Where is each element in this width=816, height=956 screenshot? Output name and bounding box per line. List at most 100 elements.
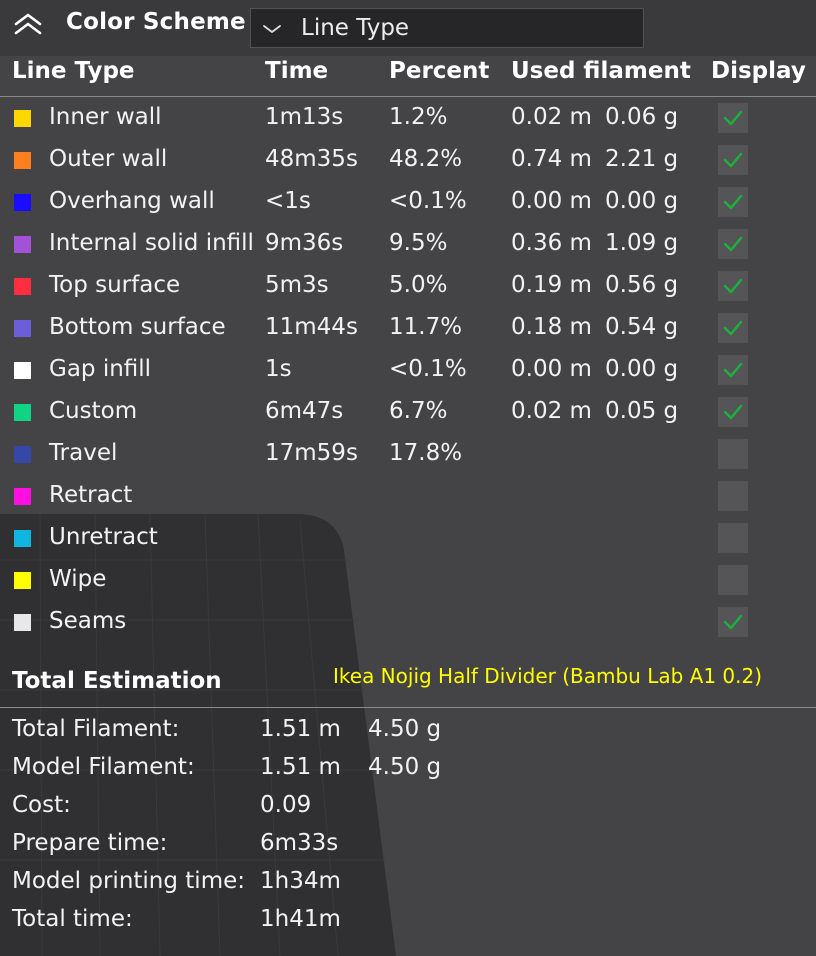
total-value: 1.51 m: [260, 716, 341, 742]
color-scheme-header: Color Scheme Line Type: [0, 0, 816, 56]
table-row: Unretract: [0, 518, 816, 560]
color-scheme-dropdown[interactable]: Line Type: [250, 8, 644, 48]
line-type-time: 48m35s: [265, 146, 358, 172]
display-checkbox[interactable]: [718, 271, 748, 301]
display-checkbox[interactable]: [718, 187, 748, 217]
line-type-time: 9m36s: [265, 230, 344, 256]
check-icon: [723, 278, 743, 294]
color-scheme-title: Color Scheme: [66, 9, 246, 35]
line-type-percent: 11.7%: [389, 314, 463, 340]
table-row: Inner wall 1m13s 1.2% 0.02 m 0.06 g: [0, 98, 816, 140]
total-row: Total time: 1h41m: [0, 902, 816, 940]
check-icon: [723, 152, 743, 168]
filament-weight: 0.56 g: [605, 272, 679, 298]
total-weight: 4.50 g: [368, 754, 442, 780]
total-row: Model Filament: 1.51 m 4.50 g: [0, 750, 816, 788]
display-checkbox[interactable]: [718, 313, 748, 343]
line-type-time: 1s: [265, 356, 292, 382]
display-checkbox[interactable]: [718, 103, 748, 133]
display-checkbox[interactable]: [718, 481, 748, 511]
display-checkbox[interactable]: [718, 397, 748, 427]
check-icon: [723, 236, 743, 252]
table-row: Internal solid infill 9m36s 9.5% 0.36 m 1.09…: [0, 224, 816, 266]
color-swatch: [14, 236, 31, 253]
check-icon: [723, 614, 743, 630]
color-swatch: [14, 362, 31, 379]
check-icon: [723, 404, 743, 420]
total-estimation-title: Total Estimation: [12, 668, 222, 694]
line-type-name: Retract: [49, 482, 133, 508]
total-value: 1.51 m: [260, 754, 341, 780]
total-divider: [0, 707, 816, 708]
filament-length: 0.02 m: [511, 398, 592, 424]
table-row: Seams: [0, 602, 816, 644]
filament-weight: 0.05 g: [605, 398, 679, 424]
line-type-time: <1s: [265, 188, 311, 214]
total-weight: 4.50 g: [368, 716, 442, 742]
check-icon: [723, 110, 743, 126]
table-row: Outer wall 48m35s 48.2% 0.74 m 2.21 g: [0, 140, 816, 182]
total-label: Prepare time:: [12, 830, 168, 856]
color-swatch: [14, 572, 31, 589]
filament-weight: 0.06 g: [605, 104, 679, 130]
total-label: Cost:: [12, 792, 71, 818]
header-divider: [0, 96, 816, 97]
line-type-time: 5m3s: [265, 272, 329, 298]
line-type-name: Wipe: [49, 566, 107, 592]
total-label: Model printing time:: [12, 868, 245, 894]
display-checkbox[interactable]: [718, 355, 748, 385]
total-label: Model Filament:: [12, 754, 195, 780]
line-type-percent: 6.7%: [389, 398, 448, 424]
line-type-percent: <0.1%: [389, 188, 467, 214]
table-row: Custom 6m47s 6.7% 0.02 m 0.05 g: [0, 392, 816, 434]
display-checkbox[interactable]: [718, 523, 748, 553]
table-row: Bottom surface 11m44s 11.7% 0.18 m 0.54 g: [0, 308, 816, 350]
column-header-line-type: Line Type: [12, 58, 135, 84]
table-row: Wipe: [0, 560, 816, 602]
total-row: Cost: 0.09: [0, 788, 816, 826]
line-type-time: 17m59s: [265, 440, 358, 466]
line-type-name: Travel: [49, 440, 118, 466]
total-label: Total time:: [12, 906, 133, 932]
check-icon: [723, 194, 743, 210]
check-icon: [723, 320, 743, 336]
line-type-percent: 1.2%: [389, 104, 448, 130]
display-checkbox[interactable]: [718, 439, 748, 469]
line-type-name: Internal solid infill: [49, 230, 254, 256]
filament-length: 0.02 m: [511, 104, 592, 130]
filament-weight: 0.54 g: [605, 314, 679, 340]
filament-length: 0.74 m: [511, 146, 592, 172]
line-type-name: Seams: [49, 608, 127, 634]
column-header-percent: Percent: [389, 58, 490, 84]
display-checkbox[interactable]: [718, 607, 748, 637]
line-type-name: Outer wall: [49, 146, 168, 172]
line-type-name: Top surface: [49, 272, 181, 298]
display-checkbox[interactable]: [718, 145, 748, 175]
color-swatch: [14, 278, 31, 295]
total-row: Model printing time: 1h34m: [0, 864, 816, 902]
line-type-time: 6m47s: [265, 398, 344, 424]
line-type-percent: 5.0%: [389, 272, 448, 298]
display-checkbox[interactable]: [718, 565, 748, 595]
line-type-percent: <0.1%: [389, 356, 467, 382]
line-type-name: Unretract: [49, 524, 158, 550]
line-type-name: Overhang wall: [49, 188, 215, 214]
table-row: Gap infill 1s <0.1% 0.00 m 0.00 g: [0, 350, 816, 392]
color-swatch: [14, 488, 31, 505]
line-type-time: 11m44s: [265, 314, 358, 340]
table-row: Top surface 5m3s 5.0% 0.19 m 0.56 g: [0, 266, 816, 308]
line-type-percent: 9.5%: [389, 230, 448, 256]
total-row: Total Filament: 1.51 m 4.50 g: [0, 712, 816, 750]
color-swatch: [14, 446, 31, 463]
model-name-label: Ikea Nojig Half Divider (Bambu Lab A1 0.…: [333, 664, 763, 688]
column-header-used-filament: Used filament: [511, 58, 691, 84]
display-checkbox[interactable]: [718, 229, 748, 259]
total-value: 1h41m: [260, 906, 341, 932]
color-swatch: [14, 152, 31, 169]
filament-weight: 2.21 g: [605, 146, 679, 172]
color-swatch: [14, 110, 31, 127]
total-value: 6m33s: [260, 830, 339, 856]
chevron-double-up-icon[interactable]: [12, 10, 44, 38]
color-swatch: [14, 320, 31, 337]
column-header-display: Display: [711, 58, 806, 84]
